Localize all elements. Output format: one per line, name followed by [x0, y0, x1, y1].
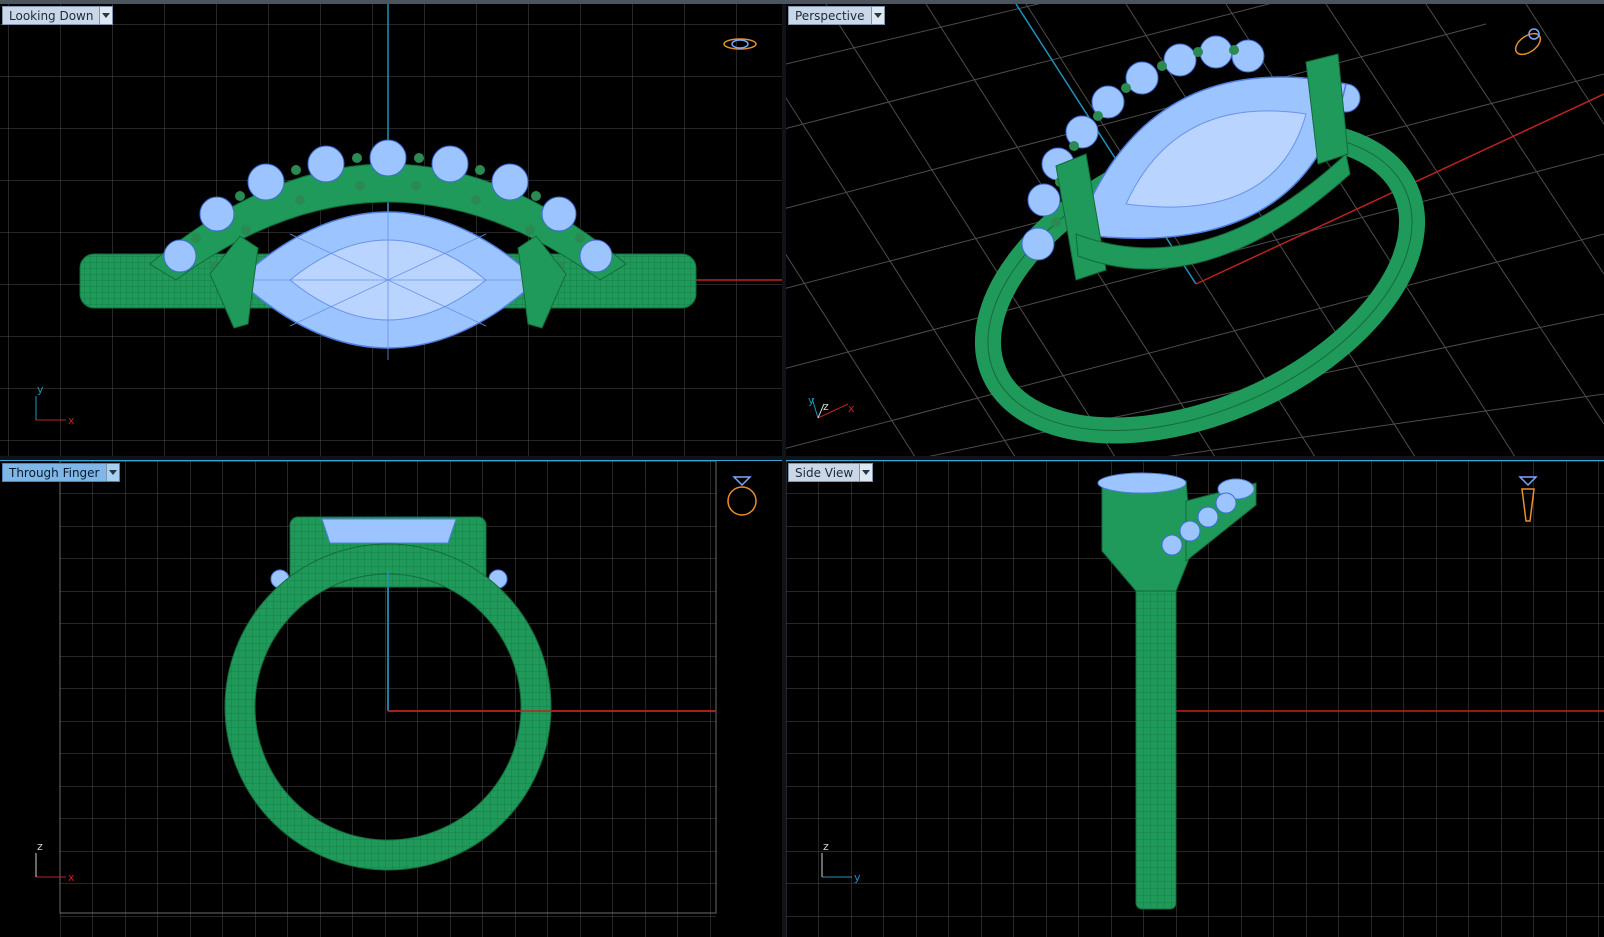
viewport-perspective[interactable]: x y z Perspective: [786, 4, 1604, 456]
viewport-title-text: Looking Down: [9, 9, 94, 23]
svg-text:z: z: [37, 840, 43, 853]
viewport-canvas[interactable]: x y: [0, 4, 782, 456]
viewport-title-text: Side View: [795, 466, 854, 480]
chevron-down-icon[interactable]: [870, 7, 884, 24]
svg-text:y: y: [854, 871, 861, 884]
viewport-title-side-view[interactable]: Side View: [788, 463, 874, 482]
svg-text:z: z: [823, 840, 829, 853]
chevron-down-icon[interactable]: [105, 464, 119, 481]
chevron-down-icon[interactable]: [99, 7, 113, 24]
svg-text:y: y: [808, 394, 815, 407]
viewport-title-perspective[interactable]: Perspective: [788, 6, 885, 25]
viewport-through-finger[interactable]: x z Through Finger: [0, 460, 782, 937]
svg-text:y: y: [37, 383, 44, 396]
viewport-canvas[interactable]: x y z: [786, 4, 1604, 456]
viewport-canvas[interactable]: y z: [786, 461, 1604, 937]
svg-text:x: x: [68, 414, 75, 427]
viewport-title-through-finger[interactable]: Through Finger: [2, 463, 120, 482]
svg-text:x: x: [68, 871, 75, 884]
svg-text:z: z: [823, 400, 829, 413]
viewport-looking-down[interactable]: x y Looking Down: [0, 4, 782, 456]
svg-text:x: x: [848, 402, 855, 415]
viewport-title-text: Perspective: [795, 9, 865, 23]
chevron-down-icon[interactable]: [859, 464, 873, 481]
viewport-title-text: Through Finger: [9, 466, 100, 480]
viewport-side-view[interactable]: y z Side View: [786, 460, 1604, 937]
viewport-canvas[interactable]: x z: [0, 461, 782, 937]
viewport-title-looking-down[interactable]: Looking Down: [2, 6, 114, 25]
